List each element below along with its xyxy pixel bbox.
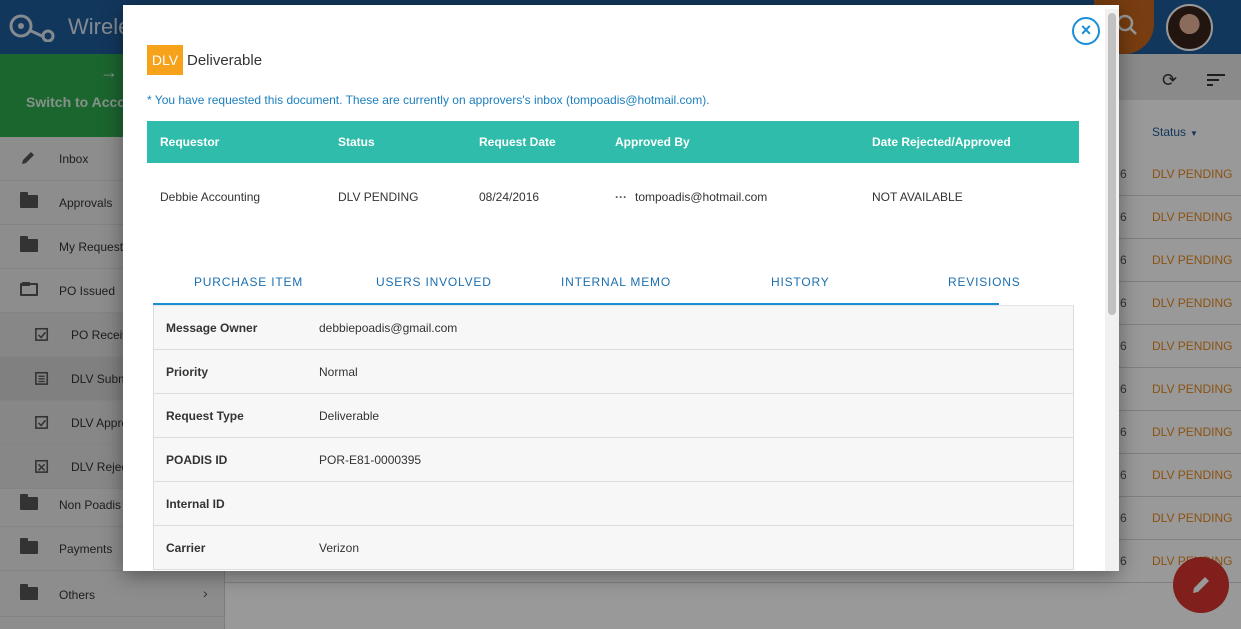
detail-key: Carrier	[166, 541, 206, 555]
detail-value: Deliverable	[319, 409, 380, 423]
request-table: Requestor Status Request Date Approved B…	[147, 121, 1079, 235]
column-header-status: Status	[338, 135, 375, 149]
request-table-header: Requestor Status Request Date Approved B…	[147, 121, 1079, 163]
tab-purchase-item[interactable]: PURCHASE ITEM	[194, 275, 303, 289]
detail-value: POR-E81-0000395	[319, 453, 422, 467]
request-notice: * You have requested this document. Thes…	[147, 93, 710, 107]
table-row: POADIS ID POR-E81-0000395	[153, 438, 1074, 482]
close-button[interactable]: ×	[1072, 17, 1100, 45]
column-header-date-rejected-approved: Date Rejected/Approved	[872, 135, 1011, 149]
document-type-badge: DLV	[147, 45, 183, 75]
tab-users-involved[interactable]: USERS INVOLVED	[376, 275, 492, 289]
column-header-approved-by: Approved By	[615, 135, 690, 149]
table-row: Message Owner debbiepoadis@gmail.com	[153, 306, 1074, 350]
tab-history[interactable]: HISTORY	[771, 275, 830, 289]
status-value: DLV PENDING	[338, 190, 419, 204]
column-header-requestor: Requestor	[160, 135, 220, 149]
requestor-value: Debbie Accounting	[160, 190, 261, 204]
detail-key: Request Type	[166, 409, 244, 423]
table-row: Request Type Deliverable	[153, 394, 1074, 438]
scrollbar-thumb[interactable]	[1108, 13, 1116, 315]
detail-value: Normal	[319, 365, 358, 379]
table-row: Carrier Verizon	[153, 526, 1074, 570]
tab-indicator	[153, 303, 999, 305]
table-row: Internal ID	[153, 482, 1074, 526]
document-modal: × DLV Deliverable * You have requested t…	[123, 5, 1119, 571]
detail-tabs: PURCHASE ITEM USERS INVOLVED INTERNAL ME…	[153, 258, 1074, 306]
request-date-value: 08/24/2016	[479, 190, 540, 204]
tab-revisions[interactable]: REVISIONS	[948, 275, 1021, 289]
detail-key: Message Owner	[166, 321, 258, 335]
date-rejected-approved-value: NOT AVAILABLE	[872, 190, 963, 204]
tab-internal-memo[interactable]: INTERNAL MEMO	[561, 275, 671, 289]
approver-email: tompoadis@hotmail.com	[635, 190, 768, 204]
detail-key: Internal ID	[166, 497, 225, 511]
modal-scrollbar[interactable]	[1105, 9, 1119, 571]
table-row: Debbie Accounting DLV PENDING 08/24/2016…	[147, 163, 1079, 235]
close-icon: ×	[1080, 20, 1092, 40]
detail-value: Verizon	[319, 541, 360, 555]
detail-key: Priority	[166, 365, 209, 379]
detail-value: debbiepoadis@gmail.com	[319, 321, 458, 335]
approved-by-value: ··· tompoadis@hotmail.com	[615, 190, 767, 204]
more-icon[interactable]: ···	[615, 190, 627, 204]
details-table: Message Owner debbiepoadis@gmail.com Prio…	[153, 306, 1074, 570]
table-row: Priority Normal	[153, 350, 1074, 394]
document-type-label: Deliverable	[187, 52, 263, 69]
detail-key: POADIS ID	[166, 453, 228, 467]
column-header-request-date: Request Date	[479, 135, 556, 149]
